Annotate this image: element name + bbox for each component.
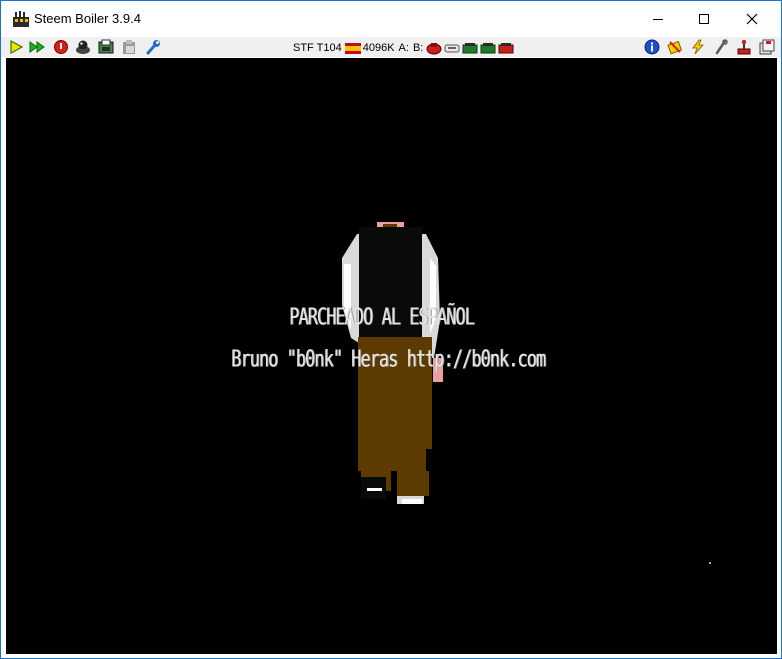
caption-line-1: PARCHEADO AL ESPAÑOL <box>289 304 475 331</box>
disk-b-drive-icon[interactable] <box>444 41 460 55</box>
info-icon[interactable] <box>644 39 660 55</box>
printer-icon[interactable] <box>498 41 514 55</box>
drive-a-label: A: <box>398 42 409 54</box>
cartridge-icon[interactable] <box>480 41 496 55</box>
disk-manager-icon[interactable] <box>759 39 775 55</box>
maximize-button[interactable] <box>681 1 727 37</box>
window-title: Steem Boiler 3.9.4 <box>34 11 141 26</box>
machine-status-text: STF T104 <box>293 42 342 54</box>
paste-icon[interactable] <box>121 39 137 55</box>
reset-icon[interactable] <box>53 39 69 55</box>
spain-flag-icon <box>344 42 361 54</box>
hard-disk-icon[interactable] <box>462 41 478 55</box>
tools-icon[interactable] <box>713 39 729 55</box>
patches-icon[interactable] <box>667 39 683 55</box>
status-bar: STF T104 4096K A: B: <box>293 40 514 56</box>
fast-forward-icon[interactable] <box>29 39 45 55</box>
drive-b-label: B: <box>412 42 424 54</box>
steem-app-icon <box>13 11 29 27</box>
joystick-icon[interactable] <box>75 39 91 55</box>
title-bar[interactable]: Steem Boiler 3.9.4 <box>1 1 781 37</box>
minimize-icon <box>653 19 663 20</box>
emulator-screen[interactable]: PARCHEADO AL ESPAÑOL Bruno "b0nk" Heras … <box>6 58 777 654</box>
memory-size: 4096K <box>362 42 395 54</box>
memory-snapshot-icon[interactable] <box>98 39 114 55</box>
disk-a-led-icon[interactable] <box>426 41 442 55</box>
minimize-button[interactable] <box>635 1 681 37</box>
app-window: Steem Boiler 3.9.4 STF T104 4096K A: B: … <box>0 0 782 659</box>
play-icon[interactable] <box>8 39 24 55</box>
close-icon <box>746 13 758 25</box>
close-button[interactable] <box>729 1 775 37</box>
caption-line-2: Bruno "b0nk" Heras http://b0nk.com <box>231 346 546 373</box>
options-wrench-icon[interactable] <box>145 39 161 55</box>
shortcuts-icon[interactable] <box>690 39 706 55</box>
joystick-config-icon[interactable] <box>736 39 752 55</box>
maximize-icon <box>699 14 709 24</box>
